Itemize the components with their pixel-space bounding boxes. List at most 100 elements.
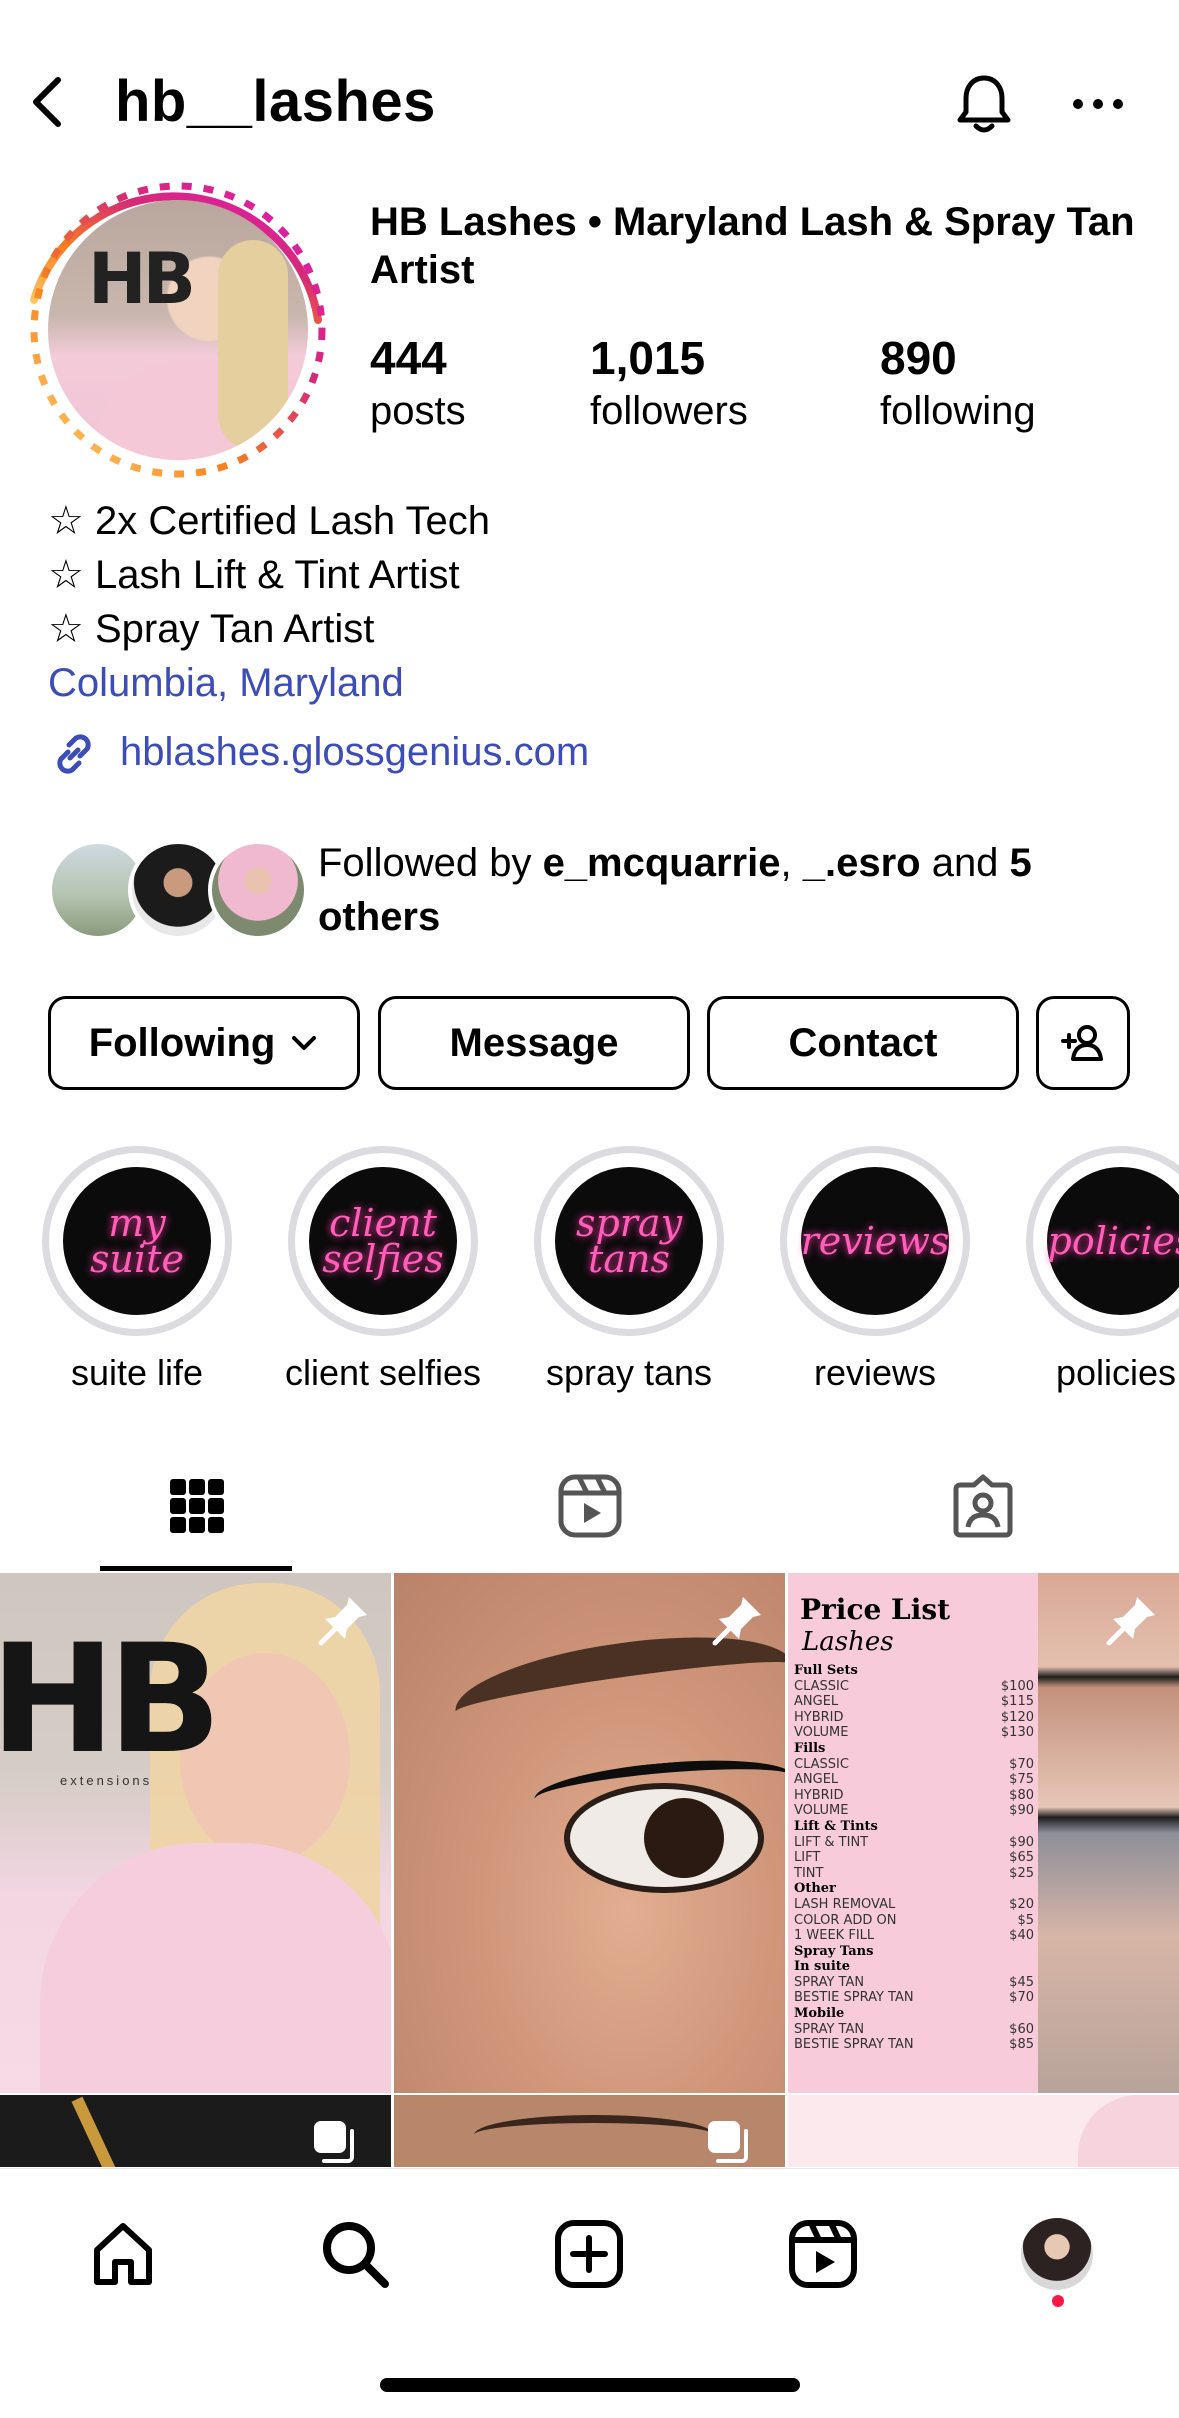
price-item: CLASSIC <box>794 1678 849 1694</box>
carousel-icon <box>708 2121 748 2163</box>
price-list: Full Sets CLASSIC $100 ANGEL $115 HYBRID $120 V… <box>794 1663 1034 2053</box>
pin-icon <box>712 1597 761 1646</box>
mutual-username[interactable]: _.esro <box>803 841 921 885</box>
post-tile[interactable] <box>788 2095 1179 2167</box>
price-item: Lift & Tints <box>794 1818 878 1834</box>
pin-icon <box>318 1597 367 1646</box>
price-section-heading: Fills <box>794 1741 1034 1757</box>
price-item: HYBRID <box>794 1787 844 1803</box>
highlight-ring: spray tans <box>534 1146 724 1336</box>
link-icon <box>57 734 91 774</box>
price-row: VOLUME $130 <box>794 1725 1034 1741</box>
price-section-heading: In suite <box>794 1959 1034 1975</box>
stat-label: posts <box>370 389 466 433</box>
price-row: SPRAY TAN $60 <box>794 2022 1034 2038</box>
add-person-icon <box>1061 1025 1103 1061</box>
price-item: Other <box>794 1881 836 1897</box>
highlight-spray-tans[interactable]: spray tans spray tans <box>534 1146 724 1394</box>
following-button[interactable]: Following <box>48 996 360 1090</box>
price-item: BESTIE SPRAY TAN <box>794 1990 914 2006</box>
profile-stats: 444 posts 1,015 followers 890 following <box>370 330 1170 450</box>
highlight-client-selfies[interactable]: client selfies client selfies <box>285 1146 481 1394</box>
bio-line: ☆ Spray Tan Artist <box>48 607 375 651</box>
home-icon <box>94 2223 152 2285</box>
price-row: ANGEL $75 <box>794 1772 1034 1788</box>
highlight-suite-life[interactable]: my suite suite life <box>42 1146 232 1394</box>
reels-icon <box>558 1474 621 1538</box>
highlight-cover: spray tans <box>555 1167 703 1315</box>
price-value: $5 <box>1017 1912 1034 1928</box>
avatar-logo: HB <box>88 238 196 320</box>
post-tile[interactable] <box>394 1573 785 2093</box>
price-item: VOLUME <box>794 1803 849 1819</box>
message-button[interactable]: Message <box>378 996 690 1090</box>
nav-search[interactable] <box>310 2209 400 2299</box>
stat-followers[interactable]: 1,015 followers <box>590 330 748 436</box>
post-tile[interactable] <box>394 2095 785 2167</box>
post-tile[interactable]: Price List Lashes Full Sets CLASSIC $100 AN… <box>788 1573 1179 2093</box>
bio-line: ☆ Lash Lift & Tint Artist <box>48 553 460 597</box>
notification-bell-icon[interactable] <box>948 68 1020 140</box>
nav-home[interactable] <box>78 2209 168 2299</box>
profile-header: hb__lashes <box>0 50 1179 160</box>
price-item: BESTIE SPRAY TAN <box>794 2037 914 2053</box>
price-value: $60 <box>1009 2021 1034 2037</box>
carousel-icon <box>314 2121 354 2163</box>
price-value: $20 <box>1009 1896 1034 1912</box>
price-section-heading: Other <box>794 1881 1034 1897</box>
suggested-users-button[interactable] <box>1036 996 1130 1090</box>
price-item: SPRAY TAN <box>794 2021 865 2037</box>
mutual-username[interactable]: e_mcquarrie <box>543 841 781 885</box>
mutual-avatar <box>208 840 308 940</box>
price-list-subtitle: Lashes <box>802 1627 894 1657</box>
profile-tabs <box>0 1446 1179 1572</box>
price-row: BESTIE SPRAY TAN $70 <box>794 1990 1034 2006</box>
highlight-reviews[interactable]: reviews reviews <box>780 1146 970 1394</box>
highlight-cover: policies <box>1047 1167 1179 1315</box>
price-item: Spray Tans <box>794 1943 874 1959</box>
tab-tagged[interactable] <box>786 1446 1179 1566</box>
tab-posts-grid[interactable] <box>0 1446 393 1566</box>
post-tile[interactable]: HB extensions <box>0 1573 391 2093</box>
price-item: ANGEL <box>794 1772 839 1788</box>
price-value: $40 <box>1009 1928 1034 1944</box>
nav-profile[interactable] <box>1012 2209 1102 2299</box>
post-logo: HB <box>0 1613 222 1787</box>
bio-location[interactable]: Columbia, Maryland <box>48 656 1148 710</box>
price-item: ANGEL <box>794 1694 839 1710</box>
highlight-label: client selfies <box>284 1352 482 1393</box>
mutual-followers[interactable]: Followed by e_mcquarrie, _.esro and 5 oth… <box>48 836 1148 946</box>
price-row: HYBRID $80 <box>794 1788 1034 1804</box>
tab-reels[interactable] <box>393 1446 786 1566</box>
following-button-label: Following <box>88 1020 276 1065</box>
contact-button[interactable]: Contact <box>707 996 1019 1090</box>
price-section-heading: Lift & Tints <box>794 1819 1034 1835</box>
highlight-ring: client selfies <box>288 1146 478 1336</box>
profile-display-name: HB Lashes • Maryland Lash & Spray Tan Ar… <box>370 200 1135 292</box>
stat-value: 1,015 <box>590 332 706 384</box>
price-item: CLASSIC <box>794 1756 849 1772</box>
price-row: SPRAY TAN $45 <box>794 1975 1034 1991</box>
nav-reels[interactable] <box>778 2209 868 2299</box>
price-item: VOLUME <box>794 1725 849 1741</box>
followed-by-text: Followed by e_mcquarrie, _.esro and 5 oth… <box>318 841 1032 939</box>
contact-button-label: Contact <box>788 1020 938 1065</box>
stat-following[interactable]: 890 following <box>880 330 1036 436</box>
search-icon <box>323 2222 389 2288</box>
price-value: $120 <box>1000 1709 1034 1725</box>
highlight-ring: reviews <box>780 1146 970 1336</box>
highlight-ring: my suite <box>42 1146 232 1336</box>
nav-create[interactable] <box>544 2209 634 2299</box>
price-value: $90 <box>1009 1803 1034 1819</box>
price-row: LIFT $65 <box>794 1850 1034 1866</box>
stat-posts[interactable]: 444 posts <box>370 330 466 436</box>
notification-dot <box>1052 2295 1064 2307</box>
back-arrow-icon[interactable] <box>20 72 80 132</box>
highlight-cover: my suite <box>63 1167 211 1315</box>
post-tile[interactable] <box>0 2095 391 2167</box>
profile-avatar-story[interactable]: HB <box>28 180 328 480</box>
highlight-policies[interactable]: policies policies <box>1026 1146 1179 1394</box>
home-indicator <box>380 2378 800 2392</box>
more-options-icon[interactable] <box>1062 68 1134 140</box>
price-value: $70 <box>1009 1990 1034 2006</box>
